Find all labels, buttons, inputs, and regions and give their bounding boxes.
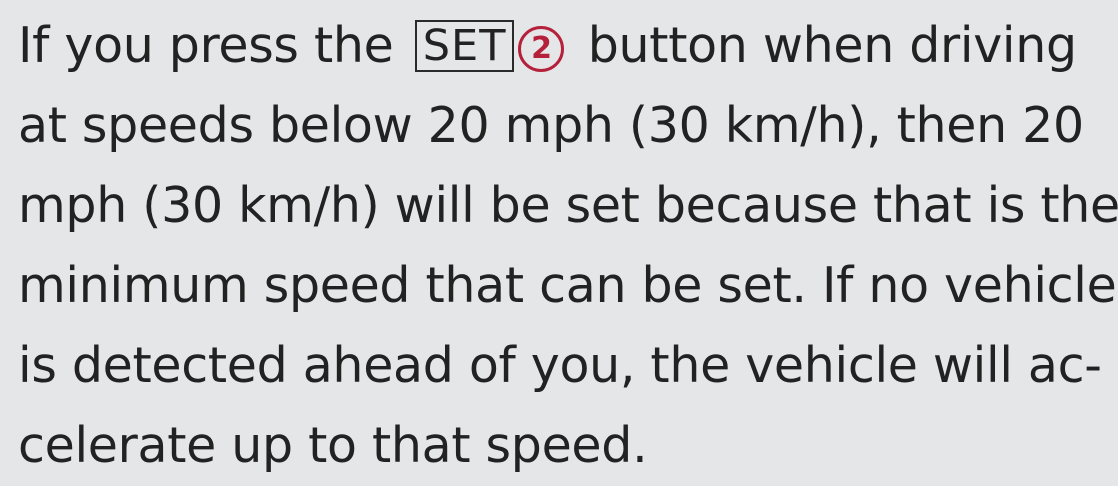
text-line-1: If you press the SET 2 button when drivin… <box>18 6 1110 86</box>
text-line-5: is detected ahead of you, the vehicle wi… <box>18 337 1102 394</box>
callout-number-2: 2 <box>518 26 565 72</box>
text-line-3: mph (30 km/h) will be set because that i… <box>18 177 1118 234</box>
line1-before-text: If you press the <box>18 17 409 74</box>
text-line-6: celerate up to that speed. <box>18 417 648 474</box>
paragraph: If you press the SET 2 button when drivin… <box>18 6 1118 486</box>
set-key-label: SET <box>414 20 515 72</box>
line1-after-text: button when driving <box>572 17 1077 74</box>
text-line-4: minimum speed that can be set. If no veh… <box>18 257 1117 314</box>
document-page: If you press the SET 2 button when drivin… <box>0 0 1118 474</box>
text-line-2: at speeds below 20 mph (30 km/h), then 2… <box>18 97 1084 154</box>
